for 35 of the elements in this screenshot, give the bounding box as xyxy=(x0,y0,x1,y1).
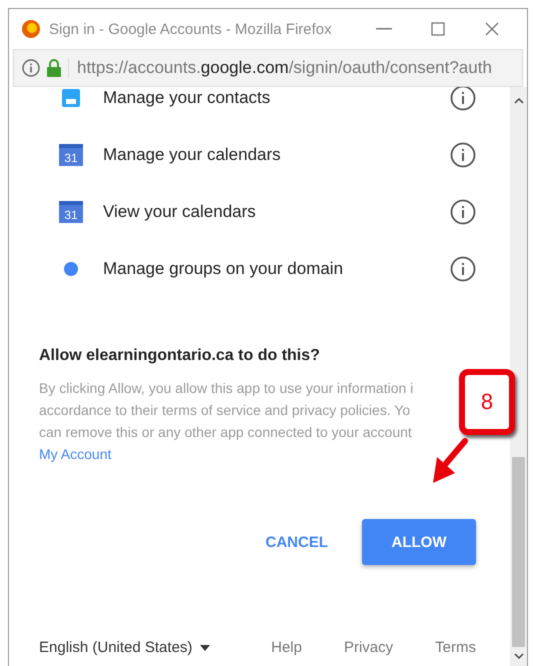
language-dropdown[interactable]: English (United States) xyxy=(39,639,210,656)
calendar-icon: 31 xyxy=(58,142,84,166)
scroll-thumb[interactable] xyxy=(512,457,525,647)
permission-label: Manage your contacts xyxy=(103,88,272,108)
scroll-down-icon[interactable] xyxy=(514,653,524,660)
info-icon[interactable] xyxy=(22,59,40,77)
caret-icon xyxy=(200,644,210,650)
info-icon[interactable] xyxy=(450,198,476,224)
close-icon[interactable] xyxy=(485,22,499,36)
step-callout: 8 xyxy=(459,369,515,435)
maximize-icon[interactable] xyxy=(431,22,445,36)
lock-icon xyxy=(46,59,62,77)
consent-text: By clicking Allow, you allow this app to use your information i accordance to their terms of service and privacy policies. Yo can remove this or any other app connected to your account xyxy=(39,379,414,442)
dot-icon xyxy=(64,262,78,276)
footer-link[interactable]: Help xyxy=(271,639,302,656)
url-text: https://accounts.google.com/signin/oauth/consent?auth xyxy=(68,58,492,78)
permission-label: Manage groups on your domain xyxy=(103,258,344,278)
account-link[interactable]: My Account xyxy=(39,443,112,465)
consent-heading: Allow elearningontario.ca to do this? xyxy=(39,347,321,365)
minimize-icon[interactable] xyxy=(376,28,392,30)
address-bar[interactable]: https://accounts.google.com/signin/oauth/consent?auth xyxy=(13,49,523,87)
info-icon[interactable] xyxy=(450,142,476,168)
calendar-icon: 31 xyxy=(58,200,84,224)
browser-logo-icon xyxy=(21,19,41,39)
window-title: Sign in - Google Accounts - Mozilla Firefox xyxy=(49,20,333,38)
footer-link[interactable]: Terms xyxy=(435,639,476,656)
permission-label: Manage your calendars xyxy=(103,144,282,164)
info-icon[interactable] xyxy=(450,87,476,110)
contact-icon xyxy=(61,88,81,108)
footer-link[interactable]: Privacy xyxy=(344,639,394,656)
scroll-up-icon[interactable] xyxy=(514,97,524,104)
permission-label: View your calendars xyxy=(103,202,257,222)
info-icon[interactable] xyxy=(450,256,476,282)
cancel-button[interactable]: CANCEL xyxy=(262,519,332,565)
allow-button[interactable]: ALLOW xyxy=(362,519,476,565)
